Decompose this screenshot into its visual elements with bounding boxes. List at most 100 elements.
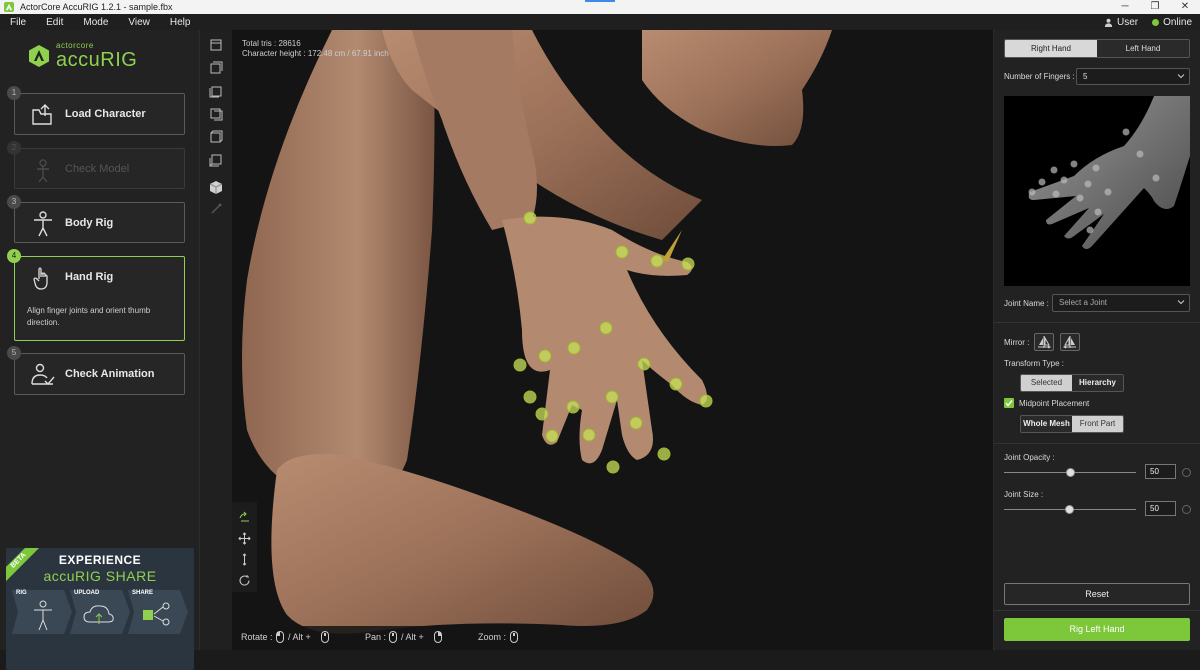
load-folder-icon (32, 104, 52, 125)
hand-preview-image (1028, 96, 1190, 249)
step-label: Check Animation (65, 368, 155, 380)
bone-tool-icon[interactable] (209, 202, 223, 216)
joint-opacity-label: Joint Opacity : (1004, 453, 1055, 462)
mouse-right-icon (434, 631, 442, 643)
transform-selected-option[interactable]: Selected (1021, 375, 1072, 391)
user-icon (1104, 18, 1113, 27)
banner-stage-upload: UPLOAD (70, 590, 130, 634)
rotate-help: Rotate : (241, 632, 273, 642)
viewport-stats: Total tris : 28616 Character height : 17… (242, 39, 389, 59)
mirror-right-to-left-button[interactable] (1060, 333, 1080, 351)
step-number: 1 (7, 86, 21, 100)
joint-opacity-knob[interactable] (1066, 468, 1075, 477)
3d-viewport[interactable]: Total tris : 28616 Character height : 17… (232, 30, 993, 650)
step-description: Align finger joints and orient thumb dir… (27, 306, 151, 327)
joint-size-knob[interactable] (1065, 505, 1074, 514)
joint-markers[interactable] (232, 30, 993, 650)
transform-hierarchy-option[interactable]: Hierarchy (1072, 375, 1123, 391)
fingers-label: Number of Fingers : (1004, 72, 1075, 81)
divider (994, 322, 1200, 323)
fingers-value: 5 (1083, 72, 1088, 81)
banner-headline: EXPERIENCE (58, 553, 142, 567)
midpoint-checkbox[interactable] (1004, 398, 1014, 408)
mirror-left-to-right-button[interactable] (1034, 333, 1054, 351)
step-label: Load Character (65, 108, 146, 120)
minimize-button[interactable]: ─ (1110, 0, 1140, 14)
view-back-icon[interactable] (209, 61, 223, 75)
reset-button[interactable]: Reset (1004, 583, 1190, 605)
window-title: ActorCore AccuRIG 1.2.1 - sample.fbx (20, 2, 173, 12)
actorcore-logo-icon (29, 45, 49, 67)
step-check-animation[interactable]: 5 Check Animation (7, 346, 185, 395)
menu-view[interactable]: View (118, 17, 160, 28)
mirror-left-icon (1038, 336, 1052, 349)
joint-size-input[interactable]: 50 (1145, 501, 1176, 516)
view-left-icon[interactable] (209, 84, 223, 98)
vertical-move-icon[interactable] (238, 553, 251, 566)
step-label: Body Rig (65, 217, 114, 229)
menu-help[interactable]: Help (160, 17, 201, 28)
menu-bar: File Edit Mode View Help User Online (0, 14, 1200, 30)
step-number: 4 (7, 249, 21, 263)
transform-type-toggle: Selected Hierarchy (1020, 374, 1124, 392)
joint-opacity-input[interactable]: 50 (1145, 464, 1176, 479)
move-tool-icon[interactable] (238, 532, 251, 545)
joint-size-label: Joint Size : (1004, 490, 1044, 499)
chevron-down-icon (1177, 74, 1185, 79)
accurig-share-banner[interactable]: BETA EXPERIENCE accuRIG SHARE RIG UPLOAD… (6, 548, 194, 670)
close-button[interactable]: ✕ (1170, 0, 1200, 14)
checkmark-icon (1005, 400, 1013, 407)
opacity-reset-icon[interactable] (1182, 468, 1191, 477)
stage-label: UPLOAD (74, 590, 100, 596)
user-menu[interactable]: User (1104, 17, 1138, 28)
chevron-down-icon (1177, 300, 1185, 305)
whole-mesh-option[interactable]: Whole Mesh (1021, 416, 1072, 432)
view-bottom-icon[interactable] (209, 153, 223, 167)
pan-alt-help: / Alt + (401, 632, 424, 642)
menu-mode[interactable]: Mode (73, 17, 118, 28)
view-front-icon[interactable] (209, 38, 223, 52)
joint-name-label: Joint Name : (1004, 299, 1049, 308)
step-label: Hand Rig (65, 271, 114, 283)
mirror-right-icon (1062, 336, 1076, 349)
transform-type-label: Transform Type : (1004, 359, 1065, 368)
mesh-part-toggle: Whole Mesh Front Part (1020, 415, 1124, 433)
view-right-icon[interactable] (209, 107, 223, 121)
step-hand-rig[interactable]: 4 Hand Rig Align finger joints and orien… (7, 249, 185, 341)
rig-left-hand-button[interactable]: Rig Left Hand (1004, 618, 1190, 641)
joint-name-dropdown[interactable]: Select a Joint (1052, 294, 1190, 312)
right-hand-tab[interactable]: Right Hand (1005, 40, 1097, 57)
banner-product: accuRIG SHARE (43, 568, 157, 584)
midpoint-label: Midpoint Placement (1019, 399, 1090, 408)
rotate-alt-help: / Alt + (288, 632, 311, 642)
mirror-label: Mirror : (1004, 338, 1030, 347)
divider (994, 443, 1200, 444)
workflow-panel: actorcore accuRIG 1 Load Character 2 Che… (0, 30, 200, 670)
check-animation-icon (31, 363, 55, 386)
step-number: 2 (7, 141, 21, 155)
banner-stage-share: SHARE (128, 590, 188, 634)
rotate-tool-icon[interactable] (238, 574, 251, 587)
step-body-rig[interactable]: 3 Body Rig (7, 195, 185, 243)
banner-stage-rig: RIG (12, 590, 72, 634)
front-part-option[interactable]: Front Part (1072, 416, 1123, 432)
step-load-character[interactable]: 1 Load Character (7, 86, 185, 135)
title-bar: ActorCore AccuRIG 1.2.1 - sample.fbx ─ ❐… (0, 0, 1200, 14)
shaded-cube-icon[interactable] (209, 180, 223, 194)
select-tool-icon[interactable] (238, 510, 251, 523)
menu-file[interactable]: File (0, 17, 36, 28)
online-status: Online (1152, 17, 1192, 28)
title-accent (585, 0, 615, 2)
maximize-button[interactable]: ❐ (1140, 0, 1170, 14)
menu-edit[interactable]: Edit (36, 17, 73, 28)
fingers-dropdown[interactable]: 5 (1076, 68, 1190, 85)
mouse-middle-icon (321, 631, 329, 643)
divider (994, 610, 1200, 611)
stage-label: SHARE (132, 590, 154, 596)
hand-preview (1004, 96, 1190, 286)
left-hand-tab[interactable]: Left Hand (1097, 40, 1189, 57)
view-top-icon[interactable] (209, 130, 223, 144)
step-number: 5 (7, 346, 21, 360)
step-check-model[interactable]: 2 Check Model (7, 141, 185, 189)
size-reset-icon[interactable] (1182, 505, 1191, 514)
